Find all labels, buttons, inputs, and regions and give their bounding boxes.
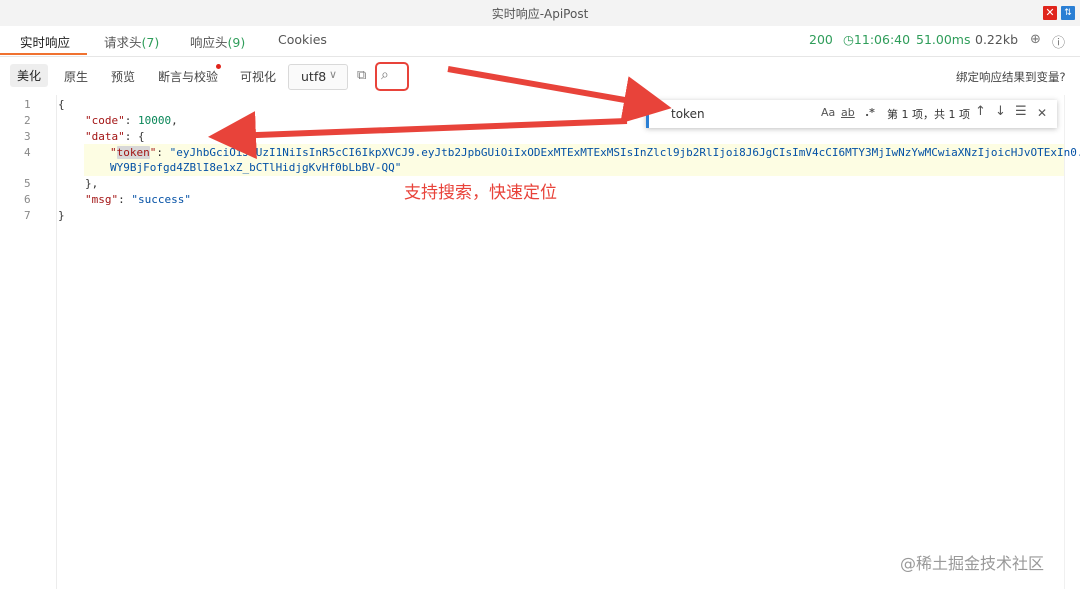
arrow-to-find-widget: [447, 66, 672, 124]
annotation-text: 支持搜索，快速定位: [404, 183, 557, 203]
watermark: @稀土掘金技术社区: [900, 554, 1045, 573]
annotation-arrows: [208, 66, 672, 160]
arrow-to-match: [208, 111, 628, 160]
